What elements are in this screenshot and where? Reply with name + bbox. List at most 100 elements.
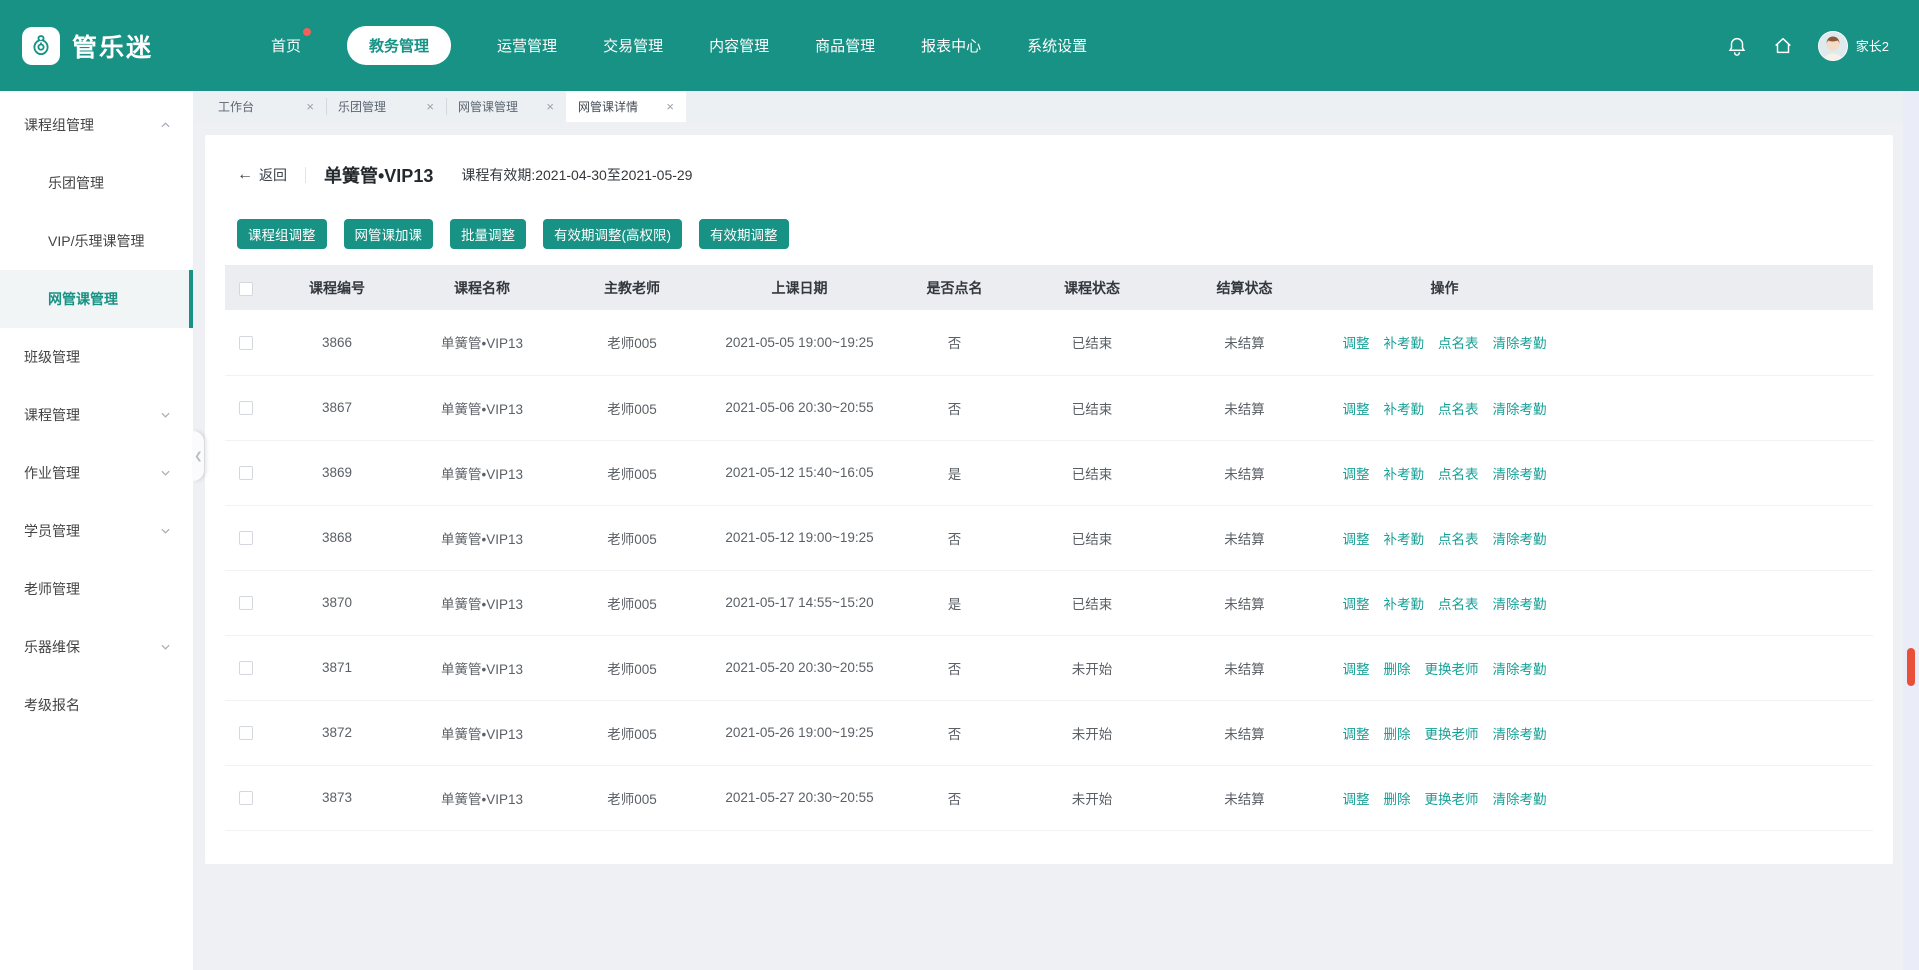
nav-item-0[interactable]: 首页: [271, 26, 301, 65]
action-link[interactable]: 清除考勤: [1493, 532, 1547, 547]
row-select-cell: [225, 310, 267, 375]
checkbox[interactable]: [239, 726, 253, 740]
action-link[interactable]: 补考勤: [1384, 336, 1425, 351]
nav-item-6[interactable]: 报表中心: [921, 26, 981, 65]
cell-name: 单簧管•VIP13: [407, 635, 557, 700]
close-tab-icon[interactable]: ×: [666, 99, 674, 114]
action-link[interactable]: 清除考勤: [1493, 336, 1547, 351]
checkbox[interactable]: [239, 661, 253, 675]
action-link[interactable]: 补考勤: [1384, 532, 1425, 547]
action-link[interactable]: 删除: [1384, 727, 1411, 742]
tab-0[interactable]: 工作台×: [206, 91, 326, 122]
nav-item-4[interactable]: 内容管理: [709, 26, 769, 65]
sidebar-subitem-0-0[interactable]: 乐团管理: [0, 154, 193, 212]
action-link[interactable]: 调整: [1343, 792, 1370, 807]
checkbox[interactable]: [239, 282, 253, 296]
cell-status: 已结束: [1017, 570, 1167, 635]
action-link[interactable]: 清除考勤: [1493, 727, 1547, 742]
action-link[interactable]: 补考勤: [1384, 467, 1425, 482]
cell-name: 单簧管•VIP13: [407, 440, 557, 505]
action-link[interactable]: 点名表: [1438, 402, 1479, 417]
toolbar-button-3[interactable]: 有效期调整(高权限): [543, 219, 682, 249]
sidebar-item-4[interactable]: 学员管理: [0, 502, 193, 560]
checkbox[interactable]: [239, 401, 253, 415]
sidebar-item-1[interactable]: 班级管理: [0, 328, 193, 386]
action-link[interactable]: 更换老师: [1425, 662, 1479, 677]
action-link[interactable]: 清除考勤: [1493, 402, 1547, 417]
cell-teacher: 老师005: [557, 635, 707, 700]
action-link[interactable]: 点名表: [1438, 467, 1479, 482]
table-row: 3872单簧管•VIP13老师0052021-05-26 19:00~19:25…: [225, 700, 1873, 765]
scrollbar-thumb[interactable]: [1907, 648, 1915, 686]
close-tab-icon[interactable]: ×: [546, 99, 554, 114]
action-link[interactable]: 补考勤: [1384, 402, 1425, 417]
filler-cell: [1567, 440, 1873, 505]
checkbox[interactable]: [239, 596, 253, 610]
sidebar-collapse-handle[interactable]: ❮: [193, 431, 204, 481]
content-area: ← 返回 单簧管•VIP13 课程有效期:2021-04-30至2021-05-…: [193, 122, 1919, 970]
action-link[interactable]: 清除考勤: [1493, 792, 1547, 807]
nav-item-7[interactable]: 系统设置: [1027, 26, 1087, 65]
tab-3[interactable]: 网管课详情×: [566, 91, 686, 122]
sidebar-subitem-0-2[interactable]: 网管课管理: [0, 270, 193, 328]
user-menu[interactable]: 家长2: [1818, 31, 1889, 61]
sidebar-item-3[interactable]: 作业管理: [0, 444, 193, 502]
bell-icon[interactable]: [1726, 35, 1748, 57]
nav-item-3[interactable]: 交易管理: [603, 26, 663, 65]
cell-status: 未开始: [1017, 765, 1167, 830]
page-head: ← 返回 单簧管•VIP13 课程有效期:2021-04-30至2021-05-…: [225, 163, 1873, 187]
action-link[interactable]: 调整: [1343, 467, 1370, 482]
nav-item-label: 系统设置: [1027, 38, 1087, 55]
home-icon[interactable]: [1772, 35, 1794, 57]
action-link[interactable]: 更换老师: [1425, 727, 1479, 742]
action-link[interactable]: 调整: [1343, 532, 1370, 547]
cell-settle: 未结算: [1167, 570, 1322, 635]
back-button[interactable]: ← 返回: [237, 165, 287, 185]
action-link[interactable]: 清除考勤: [1493, 662, 1547, 677]
chevron-down-icon: [160, 469, 171, 477]
action-link[interactable]: 调整: [1343, 727, 1370, 742]
sidebar-subitem-0-1[interactable]: VIP/乐理课管理: [0, 212, 193, 270]
tab-2[interactable]: 网管课管理×: [446, 91, 566, 122]
cell-id: 3867: [267, 375, 407, 440]
toolbar-button-1[interactable]: 网管课加课: [344, 219, 434, 249]
nav-item-1[interactable]: 教务管理: [347, 26, 451, 65]
action-link[interactable]: 调整: [1343, 402, 1370, 417]
checkbox[interactable]: [239, 531, 253, 545]
row-select-cell: [225, 765, 267, 830]
column-header: 课程编号: [267, 265, 407, 310]
toolbar-button-0[interactable]: 课程组调整: [237, 219, 327, 249]
checkbox[interactable]: [239, 466, 253, 480]
sidebar-item-6[interactable]: 乐器维保: [0, 618, 193, 676]
nav-item-5[interactable]: 商品管理: [815, 26, 875, 65]
sidebar-item-2[interactable]: 课程管理: [0, 386, 193, 444]
sidebar-subitem-label: 网管课管理: [48, 289, 118, 309]
sidebar-menu: 课程组管理乐团管理VIP/乐理课管理网管课管理班级管理课程管理作业管理学员管理老…: [0, 96, 193, 734]
action-link[interactable]: 清除考勤: [1493, 467, 1547, 482]
row-select-cell: [225, 700, 267, 765]
action-link[interactable]: 删除: [1384, 792, 1411, 807]
sidebar-item-0[interactable]: 课程组管理: [0, 96, 193, 154]
sidebar-item-5[interactable]: 老师管理: [0, 560, 193, 618]
checkbox[interactable]: [239, 336, 253, 350]
nav-item-2[interactable]: 运营管理: [497, 26, 557, 65]
action-link[interactable]: 调整: [1343, 336, 1370, 351]
action-link[interactable]: 点名表: [1438, 336, 1479, 351]
toolbar-button-4[interactable]: 有效期调整: [699, 219, 789, 249]
action-link[interactable]: 删除: [1384, 662, 1411, 677]
cell-name: 单簧管•VIP13: [407, 570, 557, 635]
action-link[interactable]: 调整: [1343, 662, 1370, 677]
action-link[interactable]: 清除考勤: [1493, 597, 1547, 612]
action-link[interactable]: 补考勤: [1384, 597, 1425, 612]
sidebar-item-7[interactable]: 考级报名: [0, 676, 193, 734]
tab-1[interactable]: 乐团管理×: [326, 91, 446, 122]
cell-date: 2021-05-12 19:00~19:25: [707, 505, 892, 570]
checkbox[interactable]: [239, 791, 253, 805]
action-link[interactable]: 更换老师: [1425, 792, 1479, 807]
close-tab-icon[interactable]: ×: [306, 99, 314, 114]
action-link[interactable]: 点名表: [1438, 532, 1479, 547]
action-link[interactable]: 点名表: [1438, 597, 1479, 612]
toolbar-button-2[interactable]: 批量调整: [450, 219, 526, 249]
close-tab-icon[interactable]: ×: [426, 99, 434, 114]
action-link[interactable]: 调整: [1343, 597, 1370, 612]
